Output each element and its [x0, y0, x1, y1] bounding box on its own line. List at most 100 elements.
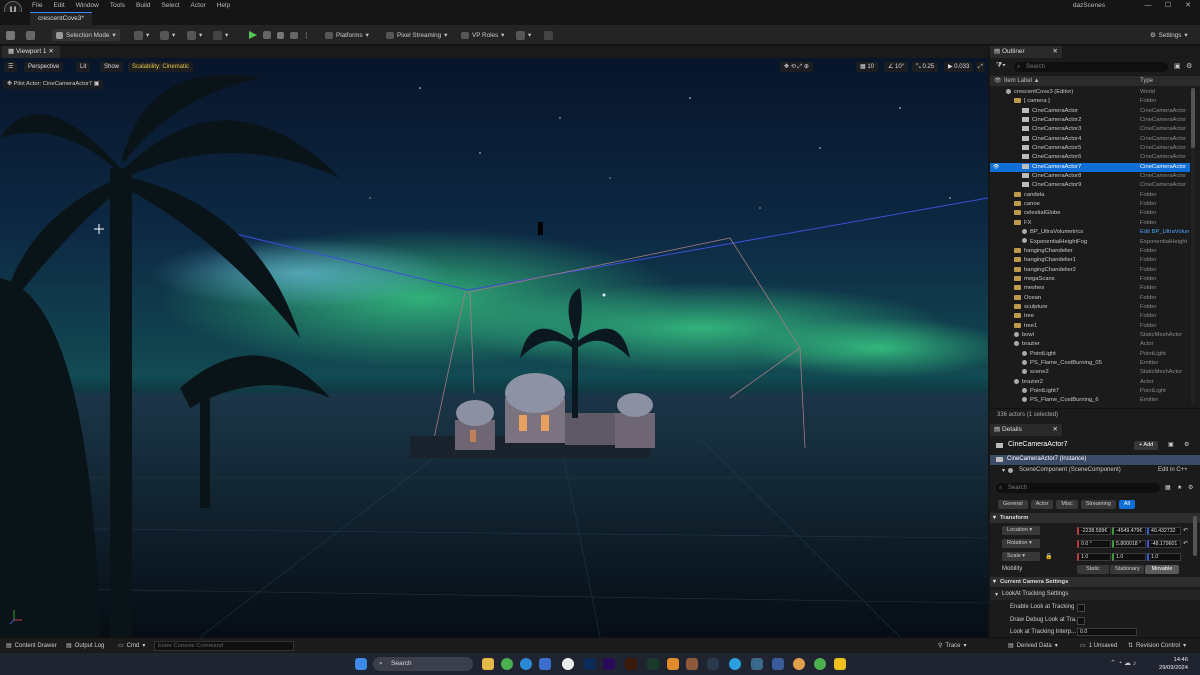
- blueprint-icon[interactable]: ▾: [160, 29, 175, 41]
- tab-level[interactable]: crescentCove3*: [30, 12, 92, 25]
- outliner-row[interactable]: hangingChandelier Folder: [990, 247, 1190, 256]
- details-search-input[interactable]: ⌕ Search: [996, 483, 1160, 493]
- visibility-icon[interactable]: 👁: [993, 163, 999, 172]
- outliner-row[interactable]: CineCameraActor5 CineCameraActor: [990, 144, 1190, 153]
- column-item-label[interactable]: Item Label ▲: [1004, 78, 1040, 84]
- vp-roles-button[interactable]: VP Roles ▾: [461, 29, 504, 41]
- outliner-row[interactable]: candela Folder: [990, 191, 1190, 200]
- outliner-row[interactable]: Ocean Folder: [990, 294, 1190, 303]
- app4-icon[interactable]: [834, 658, 846, 670]
- actor-name-field[interactable]: CineCameraActor7: [1008, 441, 1068, 448]
- platforms-button[interactable]: Platforms ▾: [325, 29, 369, 41]
- telegram-icon[interactable]: [729, 658, 741, 670]
- outliner-row[interactable]: 👁 CineCameraActor7 CineCameraActor: [990, 162, 1190, 173]
- eject-icon[interactable]: [290, 29, 298, 41]
- save-icon[interactable]: [6, 29, 15, 41]
- location-z-field[interactable]: 40.432732: [1147, 527, 1181, 535]
- menu-actor[interactable]: Actor: [191, 2, 206, 9]
- rotation-x-field[interactable]: 0.0 °: [1077, 540, 1111, 548]
- blender-icon[interactable]: [667, 658, 679, 670]
- outliner-row[interactable]: bowl StaticMeshActor: [990, 331, 1190, 340]
- add-folder-icon[interactable]: ▣: [1174, 62, 1181, 70]
- viewport-scene[interactable]: [0, 58, 988, 637]
- outliner-row[interactable]: CineCameraActor8 CineCameraActor: [990, 172, 1190, 181]
- play-icon[interactable]: [249, 29, 257, 41]
- outliner-row[interactable]: sculpture Folder: [990, 303, 1190, 312]
- visibility-column-icon[interactable]: 👁: [994, 77, 1002, 84]
- after-effects-icon[interactable]: [603, 658, 615, 670]
- grid-snap-button[interactable]: ▦ 10: [856, 62, 879, 72]
- viewport-options-button[interactable]: ☰: [4, 62, 18, 72]
- app3-icon[interactable]: [793, 658, 805, 670]
- close-icon[interactable]: ✕: [1053, 424, 1058, 436]
- rotation-snap-button[interactable]: ∠ 10°: [884, 62, 909, 72]
- scale-x-field[interactable]: 1.0: [1077, 553, 1111, 561]
- menu-build[interactable]: Build: [136, 2, 150, 9]
- scale-y-field[interactable]: 1.0: [1112, 553, 1146, 561]
- tab-outliner[interactable]: ▤ Outliner ✕: [990, 46, 1062, 58]
- instance-row[interactable]: CineCameraActor7 (Instance): [990, 455, 1200, 465]
- details-scrollbar[interactable]: [1193, 516, 1197, 556]
- outliner-row[interactable]: BP_UltraVolumetrics Edit BP_UltraVolun: [990, 228, 1190, 237]
- windows-start-icon[interactable]: [355, 658, 367, 670]
- level-viewport[interactable]: ☰ Perspective Lit Show Scalability: Cine…: [0, 58, 988, 637]
- unreal-engine-icon[interactable]: [562, 658, 574, 670]
- maximize-icon[interactable]: ☐: [1158, 0, 1178, 12]
- tab-viewport[interactable]: ▦ Viewport 1 ✕: [2, 46, 60, 58]
- location-y-field[interactable]: -4549.479€: [1112, 527, 1146, 535]
- pixel-streaming-button[interactable]: Pixel Streaming ▾: [386, 29, 447, 41]
- play-next-icon[interactable]: [263, 29, 271, 41]
- file-explorer-icon[interactable]: [482, 658, 494, 670]
- tab-details[interactable]: ▤ Details ✕: [990, 424, 1062, 436]
- unsaved-button[interactable]: ▭ 1 Unsaved: [1080, 642, 1117, 650]
- outliner-row[interactable]: FX Folder: [990, 219, 1190, 228]
- close-icon[interactable]: ✕: [1178, 0, 1198, 12]
- chrome-2-icon[interactable]: [814, 658, 826, 670]
- filter-misc[interactable]: Misc: [1056, 499, 1078, 509]
- daz-studio-icon[interactable]: [707, 658, 719, 670]
- filter-streaming[interactable]: Streaming: [1080, 499, 1116, 509]
- lit-button[interactable]: Lit: [76, 62, 91, 72]
- outliner-row[interactable]: tree1 Folder: [990, 322, 1190, 331]
- outliner-row[interactable]: ExponentialHeightFog ExponentialHeight: [990, 238, 1190, 247]
- content-drawer-button[interactable]: ▤ Content Drawer: [6, 642, 57, 650]
- app2-icon[interactable]: [772, 658, 784, 670]
- more-options-icon[interactable]: ⋮: [303, 29, 309, 41]
- outliner-row[interactable]: PS_Flame_CostBurning_6 Emitter: [990, 396, 1190, 405]
- trace-button[interactable]: ⚲ Trace ▾: [938, 642, 967, 650]
- pilot-actor-bar[interactable]: ✥ Pilot Actor: CineCameraActor7 ▣: [3, 80, 104, 89]
- outliner-row[interactable]: CineCameraActor6 CineCameraActor: [990, 153, 1190, 162]
- outliner-row[interactable]: hangingChandelier1 Folder: [990, 256, 1190, 265]
- stop-icon[interactable]: [277, 29, 284, 41]
- menu-tools[interactable]: Tools: [110, 2, 125, 9]
- outliner-row[interactable]: PointLight7 PointLight: [990, 387, 1190, 396]
- menu-edit[interactable]: Edit: [53, 2, 64, 9]
- favorite-icon[interactable]: ★: [1177, 484, 1182, 491]
- outliner-row[interactable]: canoe Folder: [990, 200, 1190, 209]
- draw-debug-lookat-checkbox[interactable]: [1077, 617, 1085, 625]
- output-log-button[interactable]: ▤ Output Log: [66, 642, 104, 650]
- location-dropdown[interactable]: Location ▾: [1002, 526, 1040, 535]
- scale-dropdown[interactable]: Scale ▾: [1002, 552, 1040, 561]
- perspective-button[interactable]: Perspective: [24, 62, 64, 72]
- console-command-input[interactable]: Enter Console Command: [154, 641, 294, 651]
- taskbar-search[interactable]: ⌕ Search: [373, 657, 473, 671]
- outliner-row[interactable]: tree Folder: [990, 312, 1190, 321]
- settings-icon[interactable]: ⚙: [1186, 62, 1192, 70]
- grid-view-icon[interactable]: ▦: [1165, 484, 1171, 491]
- minimize-icon[interactable]: —: [1138, 0, 1158, 12]
- eject-pilot-icon[interactable]: ▣: [94, 81, 99, 87]
- scale-z-field[interactable]: 1.0: [1147, 553, 1181, 561]
- rotation-dropdown[interactable]: Rotation ▾: [1002, 539, 1040, 548]
- reset-icon[interactable]: ↶: [1183, 527, 1188, 534]
- scale-snap-button[interactable]: ⤡ 0.25: [912, 62, 939, 72]
- outliner-row[interactable]: scene2 StaticMeshActor: [990, 368, 1190, 377]
- system-tray-icons[interactable]: ⌃ ◔ ☁ ♪: [1110, 659, 1136, 667]
- outliner-row[interactable]: CineCameraActor CineCameraActor: [990, 107, 1190, 116]
- maximize-viewport-icon[interactable]: ⤢: [976, 62, 985, 72]
- painter-icon[interactable]: [647, 658, 659, 670]
- reset-icon[interactable]: ↶: [1183, 540, 1188, 547]
- app-icon[interactable]: [686, 658, 698, 670]
- filter-all[interactable]: All: [1118, 499, 1135, 509]
- outliner-row-type[interactable]: Edit BP_UltraVolun: [1140, 228, 1189, 237]
